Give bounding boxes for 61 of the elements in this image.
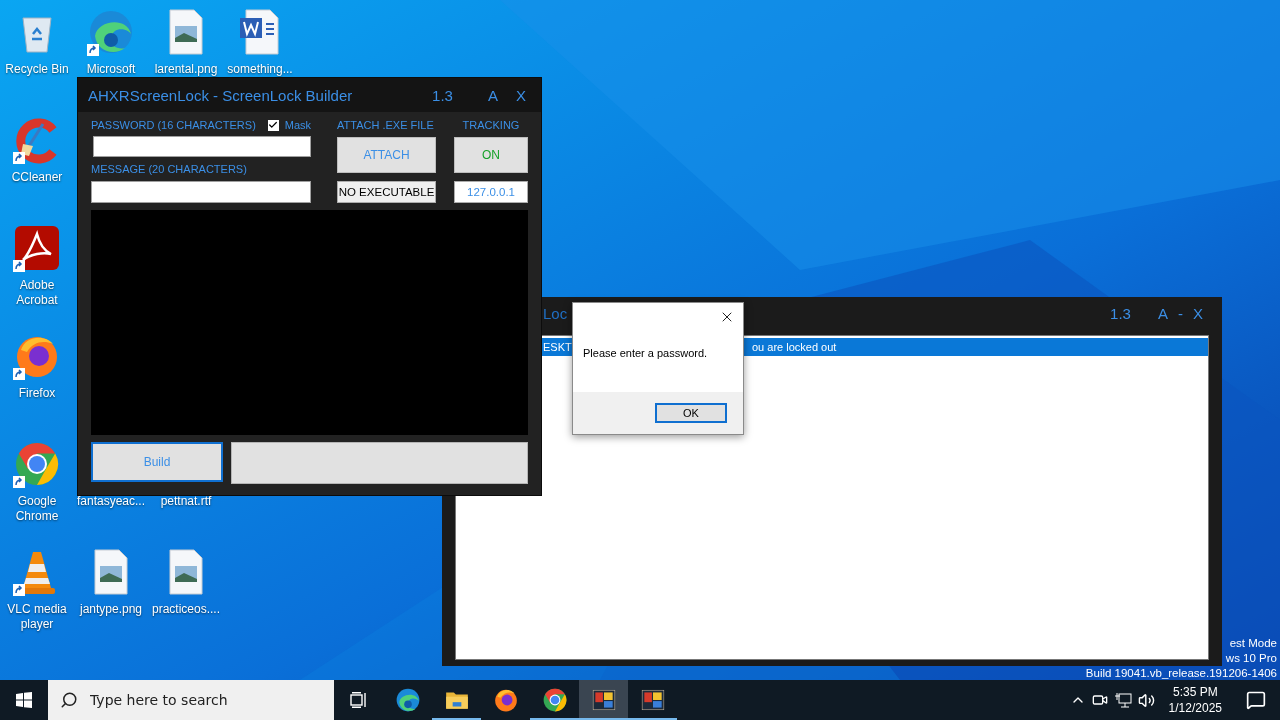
edge-icon — [87, 8, 135, 56]
attach-label: ATTACH .EXE FILE — [337, 118, 435, 132]
title-bar-control[interactable]: A — [1152, 305, 1173, 322]
app-icon — [639, 687, 666, 713]
desktop-icon-label[interactable]: larental.png — [154, 62, 218, 77]
windows-notice-text: ws 10 Pro — [1225, 651, 1277, 666]
desktop-icon-label[interactable]: pettnat.rtf — [160, 494, 212, 509]
search-box[interactable]: Type here to search — [48, 680, 334, 720]
title-bar-control[interactable]: - — [1173, 305, 1188, 322]
window-title: AHXRScreenLock - ScreenLock Builder — [88, 86, 354, 104]
taskbar-app-button[interactable] — [579, 680, 628, 720]
version-label: 1.3 — [432, 86, 453, 104]
search-input[interactable]: Type here to search — [88, 691, 332, 709]
mask-checkbox[interactable] — [267, 119, 279, 131]
video-camera-icon[interactable] — [1091, 692, 1108, 708]
version-label: 1.3 — [1110, 305, 1131, 322]
tracking-label: TRACKING — [461, 118, 521, 132]
task-view-icon — [349, 692, 368, 708]
desktop-icon-label[interactable]: something... — [227, 62, 293, 77]
title-bar-control[interactable]: X — [1188, 305, 1208, 322]
windows-notice-text: est Mode — [1229, 636, 1277, 651]
acrobat-icon — [13, 224, 61, 272]
message-field[interactable] — [91, 181, 311, 203]
firefox-icon — [492, 687, 519, 713]
password-label: PASSWORD (16 CHARACTERS) — [91, 118, 256, 132]
windows-notice-text: Build 19041.vb_release.191206-1406 — [1085, 666, 1277, 680]
password-field[interactable] — [93, 136, 311, 157]
title-bar-control[interactable]: A — [482, 86, 503, 104]
desktop-icon-label[interactable]: jantype.png — [79, 602, 143, 617]
desktop-icon-label[interactable]: fantasyeac... — [76, 494, 145, 509]
ok-button[interactable]: OK — [655, 403, 727, 423]
message-label: MESSAGE (20 CHARACTERS) — [91, 162, 248, 176]
build-button[interactable]: Build — [91, 442, 223, 482]
desktop-icon-label[interactable]: CCleaner — [11, 170, 63, 185]
attach-button[interactable]: ATTACH — [337, 137, 436, 173]
desktop-icon-label[interactable]: Adobe Acrobat — [0, 278, 74, 308]
windows-logo-icon — [16, 692, 32, 708]
desktop-icon-label[interactable]: Google Chrome — [0, 494, 74, 524]
speaker-icon[interactable] — [1137, 691, 1155, 709]
app-icon — [590, 687, 617, 713]
clock-time: 5:35 PM — [1172, 684, 1218, 700]
clock[interactable]: 5:35 PM 1/12/2025 — [1160, 684, 1230, 716]
clock-date: 1/12/2025 — [1168, 700, 1222, 716]
search-icon — [60, 691, 78, 709]
desktop-icon-label[interactable]: Recycle Bin — [5, 62, 69, 77]
list-cell: ou are locked out — [752, 341, 837, 353]
title-bar-control[interactable]: X — [511, 86, 531, 104]
desktop-icon-label[interactable]: VLC media player — [0, 602, 74, 632]
chrome-icon — [541, 687, 568, 713]
chrome-icon — [13, 440, 61, 488]
desktop-icon-label[interactable]: Firefox — [18, 386, 56, 401]
desktop-icon-label[interactable]: Microsoft — [86, 62, 136, 77]
desktop-icon-label[interactable]: practiceos.... — [152, 602, 220, 617]
edge-icon — [394, 687, 421, 713]
tracking-toggle[interactable]: ON — [454, 137, 528, 173]
network-icon[interactable] — [1113, 692, 1132, 708]
tracking-address-field[interactable]: 127.0.0.1 — [454, 181, 528, 203]
mask-label[interactable]: Mask — [284, 118, 311, 132]
notification-icon[interactable] — [1246, 690, 1266, 710]
window-title: Loc — [543, 305, 568, 322]
executable-status: NO EXECUTABLE — [337, 181, 436, 203]
